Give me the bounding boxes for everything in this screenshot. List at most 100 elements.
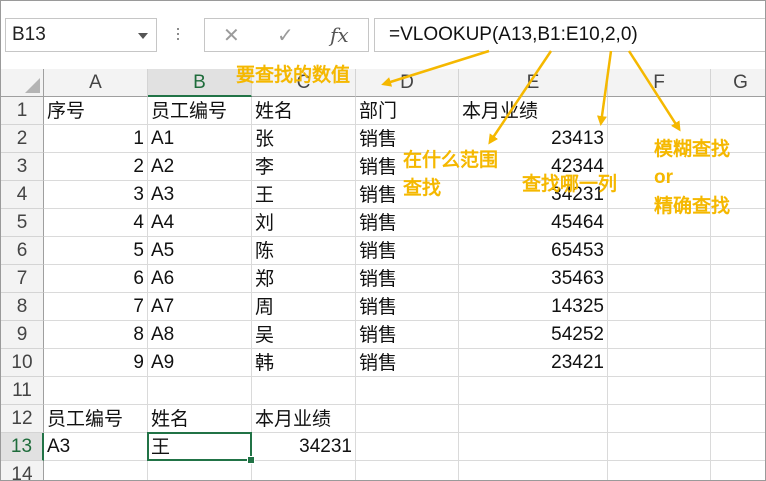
cell-a5[interactable]: 4 (44, 209, 148, 237)
enter-icon[interactable]: ✓ (277, 19, 294, 51)
cell-f1[interactable] (608, 97, 711, 125)
cell-e7[interactable]: 35463 (459, 265, 608, 293)
cell-c14[interactable] (252, 461, 356, 480)
cell-d7[interactable]: 销售 (356, 265, 459, 293)
cell-d10[interactable]: 销售 (356, 349, 459, 377)
cell-e14[interactable] (459, 461, 608, 480)
cell-f6[interactable] (608, 237, 711, 265)
column-header-e[interactable]: E (459, 69, 608, 97)
column-header-g[interactable]: G (711, 69, 765, 97)
cell-a8[interactable]: 7 (44, 293, 148, 321)
cancel-icon[interactable]: ✕ (223, 19, 240, 51)
cell-b7[interactable]: A6 (148, 265, 252, 293)
row-header-10[interactable]: 10 (1, 349, 44, 377)
cell-d1[interactable]: 部门 (356, 97, 459, 125)
row-header-9[interactable]: 9 (1, 321, 44, 349)
cell-b1[interactable]: 员工编号 (148, 97, 252, 125)
cell-f10[interactable] (608, 349, 711, 377)
cell-b3[interactable]: A2 (148, 153, 252, 181)
cell-c4[interactable]: 王 (252, 181, 356, 209)
cell-g11[interactable] (711, 377, 765, 405)
row-header-11[interactable]: 11 (1, 377, 44, 405)
cell-e5[interactable]: 45464 (459, 209, 608, 237)
cell-f14[interactable] (608, 461, 711, 480)
cell-e13[interactable] (459, 433, 608, 461)
cell-c7[interactable]: 郑 (252, 265, 356, 293)
cell-g13[interactable] (711, 433, 765, 461)
row-header-6[interactable]: 6 (1, 237, 44, 265)
cell-g10[interactable] (711, 349, 765, 377)
row-header-13[interactable]: 13 (1, 433, 44, 461)
cell-b5[interactable]: A4 (148, 209, 252, 237)
cell-d6[interactable]: 销售 (356, 237, 459, 265)
cell-e11[interactable] (459, 377, 608, 405)
cell-a12[interactable]: 员工编号 (44, 405, 148, 433)
select-all-button[interactable] (1, 69, 44, 97)
row-header-3[interactable]: 3 (1, 153, 44, 181)
cell-e9[interactable]: 54252 (459, 321, 608, 349)
cell-g9[interactable] (711, 321, 765, 349)
cell-b8[interactable]: A7 (148, 293, 252, 321)
cell-d14[interactable] (356, 461, 459, 480)
cell-c1[interactable]: 姓名 (252, 97, 356, 125)
cell-c12[interactable]: 本月业绩 (252, 405, 356, 433)
cell-b4[interactable]: A3 (148, 181, 252, 209)
cell-c11[interactable] (252, 377, 356, 405)
cell-c2[interactable]: 张 (252, 125, 356, 153)
cell-a6[interactable]: 5 (44, 237, 148, 265)
cell-g7[interactable] (711, 265, 765, 293)
row-header-1[interactable]: 1 (1, 97, 44, 125)
cell-f12[interactable] (608, 405, 711, 433)
column-header-d[interactable]: D (356, 69, 459, 97)
cell-e8[interactable]: 14325 (459, 293, 608, 321)
cell-a9[interactable]: 8 (44, 321, 148, 349)
cell-f9[interactable] (608, 321, 711, 349)
drag-handle-icon[interactable] (175, 25, 181, 45)
cell-c3[interactable]: 李 (252, 153, 356, 181)
cell-e10[interactable]: 23421 (459, 349, 608, 377)
cell-d11[interactable] (356, 377, 459, 405)
cell-f11[interactable] (608, 377, 711, 405)
cell-f13[interactable] (608, 433, 711, 461)
cell-a11[interactable] (44, 377, 148, 405)
name-box[interactable]: B13 (5, 18, 157, 52)
cell-a14[interactable] (44, 461, 148, 480)
cell-b6[interactable]: A5 (148, 237, 252, 265)
cell-a1[interactable]: 序号 (44, 97, 148, 125)
column-header-f[interactable]: F (608, 69, 711, 97)
cell-d5[interactable]: 销售 (356, 209, 459, 237)
cell-g12[interactable] (711, 405, 765, 433)
cell-e6[interactable]: 65453 (459, 237, 608, 265)
cell-a3[interactable]: 2 (44, 153, 148, 181)
cell-c13[interactable]: 34231 (252, 433, 356, 461)
cell-b14[interactable] (148, 461, 252, 480)
row-header-14[interactable]: 14 (1, 461, 44, 480)
row-header-4[interactable]: 4 (1, 181, 44, 209)
cell-e12[interactable] (459, 405, 608, 433)
cell-e1[interactable]: 本月业绩 (459, 97, 608, 125)
insert-function-icon[interactable]: fx (330, 19, 349, 51)
cell-g8[interactable] (711, 293, 765, 321)
cell-f8[interactable] (608, 293, 711, 321)
cell-g1[interactable] (711, 97, 765, 125)
cell-c5[interactable]: 刘 (252, 209, 356, 237)
cell-a13[interactable]: A3 (44, 433, 148, 461)
row-header-7[interactable]: 7 (1, 265, 44, 293)
fill-handle[interactable] (247, 456, 255, 464)
cell-d9[interactable]: 销售 (356, 321, 459, 349)
cell-c6[interactable]: 陈 (252, 237, 356, 265)
cell-c10[interactable]: 韩 (252, 349, 356, 377)
cell-a10[interactable]: 9 (44, 349, 148, 377)
row-header-12[interactable]: 12 (1, 405, 44, 433)
cell-b12[interactable]: 姓名 (148, 405, 252, 433)
cell-c8[interactable]: 周 (252, 293, 356, 321)
cell-b9[interactable]: A8 (148, 321, 252, 349)
cell-d8[interactable]: 销售 (356, 293, 459, 321)
worksheet-grid[interactable]: A B C D E F G 1 序号 员工编号 姓名 部门 本月业绩 2 1 A1 张销售 23413 3 2 A2 李销… (1, 69, 765, 480)
row-header-5[interactable]: 5 (1, 209, 44, 237)
chevron-down-icon[interactable] (138, 33, 148, 39)
cell-a4[interactable]: 3 (44, 181, 148, 209)
cell-c9[interactable]: 吴 (252, 321, 356, 349)
cell-a7[interactable]: 6 (44, 265, 148, 293)
cell-a2[interactable]: 1 (44, 125, 148, 153)
